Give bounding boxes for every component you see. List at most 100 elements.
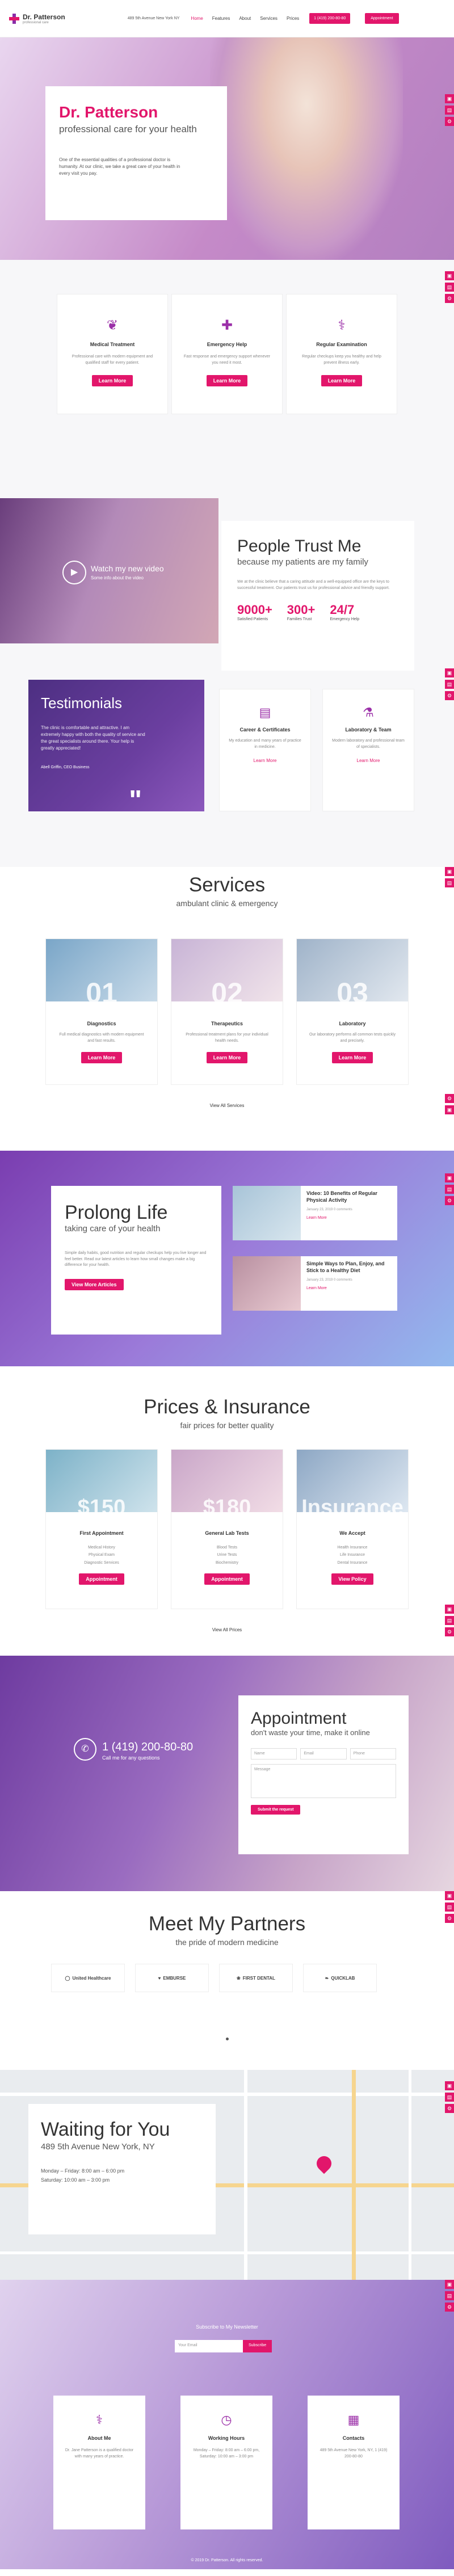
price-feature: Biochemistry <box>215 1560 239 1565</box>
appointment-button[interactable]: Appointment <box>79 1573 124 1585</box>
learn-more-link[interactable]: Learn More <box>306 1216 392 1220</box>
page-icon[interactable]: ▤ <box>445 1902 454 1912</box>
header-address: 489 5th Avenue New York NY <box>127 16 180 20</box>
stat-label: Emergency Help <box>330 617 360 621</box>
page-icon[interactable]: ▤ <box>445 680 454 689</box>
news-title[interactable]: Simple Ways to Plan, Enjoy, and Stick to… <box>306 1261 392 1274</box>
message-field[interactable]: Message <box>251 1763 396 1798</box>
settings-icon[interactable]: ⚙ <box>445 691 454 700</box>
map-section[interactable]: Waiting for You 489 5th Avenue New York,… <box>0 2070 454 2280</box>
price-card: Insurance We Accept Health Insurance Lif… <box>296 1449 409 1609</box>
cart-icon[interactable]: ▣ <box>445 1173 454 1182</box>
news-item[interactable]: Video: 10 Benefits of Regular Physical A… <box>233 1186 397 1240</box>
price-value: $180 <box>203 1496 251 1519</box>
learn-more-button[interactable]: Learn More <box>91 375 133 386</box>
service-image: 02 <box>171 939 283 1009</box>
page-icon[interactable]: ▤ <box>445 106 454 115</box>
hero-title: Dr. Patterson <box>59 103 158 121</box>
settings-icon[interactable]: ⚙ <box>445 1196 454 1205</box>
nav-item-home[interactable]: Home <box>191 16 203 21</box>
view-all-services-link[interactable]: View All Services <box>0 1103 454 1108</box>
learn-more-button[interactable]: Learn More <box>206 375 248 386</box>
partner-logo[interactable]: ❧ QUICKLAB <box>303 1964 377 1992</box>
appointment-button[interactable]: Appointment <box>204 1573 250 1585</box>
partner-logo[interactable]: ♥ EMBURSE <box>135 1964 209 1992</box>
settings-icon[interactable]: ⚙ <box>445 1914 454 1923</box>
header-phone-button[interactable]: 1 (419) 200-80-80 <box>309 13 351 24</box>
nav-item-prices[interactable]: Prices <box>287 16 299 21</box>
cart-icon[interactable]: ▣ <box>445 94 454 103</box>
service-card: 03 Laboratory Our laboratory performs al… <box>296 938 409 1085</box>
nav-item-features[interactable]: Features <box>212 16 230 21</box>
settings-icon[interactable]: ⚙ <box>445 1094 454 1103</box>
view-all-prices-link[interactable]: View All Prices <box>0 1627 454 1632</box>
nav-item-services[interactable]: Services <box>260 16 278 21</box>
services-subtitle: ambulant clinic & emergency <box>176 899 278 908</box>
map-pin-icon[interactable] <box>313 2153 335 2174</box>
video-block[interactable]: ▶ Watch my new video Some info about the… <box>0 498 218 643</box>
newsletter-form: Your Email Subscribe <box>175 2340 272 2352</box>
learn-more-button[interactable]: Learn More <box>331 1052 373 1063</box>
header-appointment-button[interactable]: Appointment <box>365 13 399 24</box>
name-field[interactable]: Name <box>251 1748 297 1760</box>
news-body: Simple Ways to Plan, Enjoy, and Stick to… <box>301 1256 397 1311</box>
cart-icon[interactable]: ▣ <box>445 2081 454 2090</box>
page-icon[interactable]: ▤ <box>445 2291 454 2300</box>
newsletter-email-input[interactable]: Your Email <box>175 2340 243 2352</box>
submit-request-button[interactable]: Submit the request <box>251 1804 301 1815</box>
partner-logo[interactable]: ◯ United Healthcare <box>51 1964 125 1992</box>
page-icon[interactable]: ▤ <box>445 878 454 887</box>
cart-icon[interactable]: ▣ <box>445 867 454 876</box>
prolong-section: Prolong Life taking care of your health … <box>0 1151 454 1366</box>
learn-more-link[interactable]: Learn More <box>220 758 310 763</box>
cart-icon[interactable]: ▣ <box>445 2280 454 2289</box>
logo[interactable]: Dr. Patterson professional care <box>9 13 65 24</box>
settings-icon[interactable]: ⚙ <box>445 294 454 303</box>
news-title[interactable]: Video: 10 Benefits of Regular Physical A… <box>306 1190 392 1203</box>
carousel-dot[interactable] <box>226 2038 229 2040</box>
learn-more-button[interactable]: Learn More <box>321 375 363 386</box>
settings-icon[interactable]: ⚙ <box>445 117 454 126</box>
learn-more-link[interactable]: Learn More <box>306 1286 392 1290</box>
partner-logo[interactable]: ❀ FIRST DENTAL <box>219 1964 293 1992</box>
appointment-subtitle: don't waste your time, make it online <box>251 1728 370 1737</box>
doctor-photo <box>210 37 403 260</box>
cart-icon[interactable]: ▣ <box>445 271 454 280</box>
stat-label: Satisfied Patients <box>237 617 268 621</box>
subscribe-button[interactable]: Subscribe <box>243 2340 272 2352</box>
settings-icon[interactable]: ⚙ <box>445 2303 454 2312</box>
page-icon[interactable]: ▤ <box>445 283 454 292</box>
site-header: Dr. Patterson professional care 489 5th … <box>0 0 454 37</box>
learn-more-button[interactable]: Learn More <box>206 1052 248 1063</box>
page-icon[interactable]: ▤ <box>445 1185 454 1194</box>
location-title: Waiting for You <box>41 2119 170 2140</box>
testimonials-block: Testimonials The clinic is comfortable a… <box>28 680 204 815</box>
news-item[interactable]: Simple Ways to Plan, Enjoy, and Stick to… <box>233 1256 397 1311</box>
learn-more-link[interactable]: Learn More <box>323 758 414 763</box>
partner-name: QUICKLAB <box>331 1975 355 1981</box>
play-icon[interactable]: ▶ <box>62 561 86 584</box>
settings-icon[interactable]: ⚙ <box>445 1627 454 1636</box>
price-feature: Diagnostic Services <box>84 1560 119 1565</box>
view-more-articles-button[interactable]: View More Articles <box>65 1278 124 1290</box>
price-title: First Appointment <box>79 1530 124 1536</box>
email-field[interactable]: Email <box>300 1748 347 1760</box>
learn-more-button[interactable]: Learn More <box>81 1052 123 1063</box>
phone-field[interactable]: Phone <box>350 1748 396 1760</box>
prices-title: Prices & Insurance <box>144 1396 310 1418</box>
view-policy-button[interactable]: View Policy <box>331 1573 373 1585</box>
cart-icon[interactable]: ▣ <box>445 1605 454 1614</box>
page-icon[interactable]: ▤ <box>445 2093 454 2102</box>
service-text: Full medical diagnostics with modern equ… <box>59 1033 144 1043</box>
cart-icon[interactable]: ▣ <box>445 1105 454 1114</box>
cart-icon[interactable]: ▣ <box>445 668 454 677</box>
nav-item-about[interactable]: About <box>239 16 251 21</box>
phone-number[interactable]: 1 (419) 200-80-80 <box>102 1741 193 1754</box>
page-icon[interactable]: ▤ <box>445 1616 454 1625</box>
feature-card: ⚕ Regular Examination Regular checkups k… <box>286 294 397 414</box>
opening-hours: Monday – Friday: 8:00 am – 6:00 pm Satur… <box>41 2166 203 2184</box>
settings-icon[interactable]: ⚙ <box>445 2104 454 2113</box>
location-address: 489 5th Avenue New York, NY <box>41 2142 155 2152</box>
cart-icon[interactable]: ▣ <box>445 1891 454 1900</box>
stats: 9000+ Satisfied Patients 300+ Families Tru… <box>237 603 398 621</box>
